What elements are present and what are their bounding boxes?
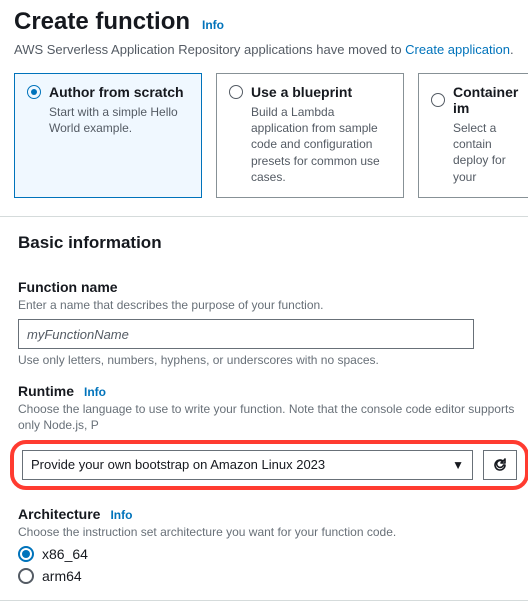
basic-information-heading: Basic information [18, 233, 521, 253]
card-title: Author from scratch [49, 84, 184, 100]
function-name-label: Function name [18, 279, 118, 295]
architecture-option-label: arm64 [42, 568, 82, 584]
function-name-constraint: Use only letters, numbers, hyphens, or u… [18, 353, 521, 367]
card-title: Use a blueprint [251, 84, 352, 100]
chevron-down-icon: ▼ [452, 458, 464, 472]
radio-icon [229, 85, 243, 99]
runtime-select[interactable]: Provide your own bootstrap on Amazon Lin… [22, 450, 473, 480]
architecture-option-arm64[interactable]: arm64 [18, 568, 521, 584]
runtime-highlight: Provide your own bootstrap on Amazon Lin… [10, 440, 528, 490]
banner-suffix: . [510, 42, 514, 57]
radio-icon [18, 568, 34, 584]
card-desc: Start with a simple Hello World example. [27, 104, 189, 136]
creation-method-cards: Author from scratch Start with a simple … [14, 73, 514, 198]
page-title: Create function [14, 8, 190, 36]
refresh-icon [492, 457, 508, 473]
architecture-option-x86-64[interactable]: x86_64 [18, 546, 521, 562]
runtime-selected-value: Provide your own bootstrap on Amazon Lin… [31, 457, 325, 472]
create-application-link[interactable]: Create application [405, 42, 510, 57]
radio-icon [27, 85, 41, 99]
card-desc: Build a Lambda application from sample c… [229, 104, 391, 185]
architecture-info-link[interactable]: Info [110, 508, 132, 522]
function-name-field: Function name Enter a name that describe… [18, 279, 521, 367]
runtime-info-link[interactable]: Info [84, 385, 106, 399]
runtime-field: Runtime Info Choose the language to use … [18, 383, 521, 489]
banner-text: AWS Serverless Application Repository ap… [14, 42, 405, 57]
function-name-hint: Enter a name that describes the purpose … [18, 297, 521, 313]
card-container-image[interactable]: Container im Select a contain deploy for… [418, 73, 528, 198]
create-function-info-link[interactable]: Info [202, 18, 224, 32]
repository-moved-banner: AWS Serverless Application Repository ap… [14, 42, 514, 57]
architecture-label: Architecture [18, 506, 100, 522]
radio-icon [431, 93, 445, 107]
card-use-blueprint[interactable]: Use a blueprint Build a Lambda applicati… [216, 73, 404, 198]
card-desc: Select a contain deploy for your [431, 120, 525, 185]
card-title: Container im [453, 84, 525, 116]
function-name-input[interactable] [18, 319, 474, 349]
runtime-label: Runtime [18, 383, 74, 399]
architecture-hint: Choose the instruction set architecture … [18, 524, 521, 540]
architecture-option-label: x86_64 [42, 546, 88, 562]
runtime-hint: Choose the language to use to write your… [18, 401, 521, 433]
architecture-field: Architecture Info Choose the instruction… [18, 506, 521, 584]
radio-icon [18, 546, 34, 562]
runtime-refresh-button[interactable] [483, 450, 517, 480]
basic-information-panel: Basic information Function name Enter a … [0, 216, 528, 601]
card-author-from-scratch[interactable]: Author from scratch Start with a simple … [14, 73, 202, 198]
